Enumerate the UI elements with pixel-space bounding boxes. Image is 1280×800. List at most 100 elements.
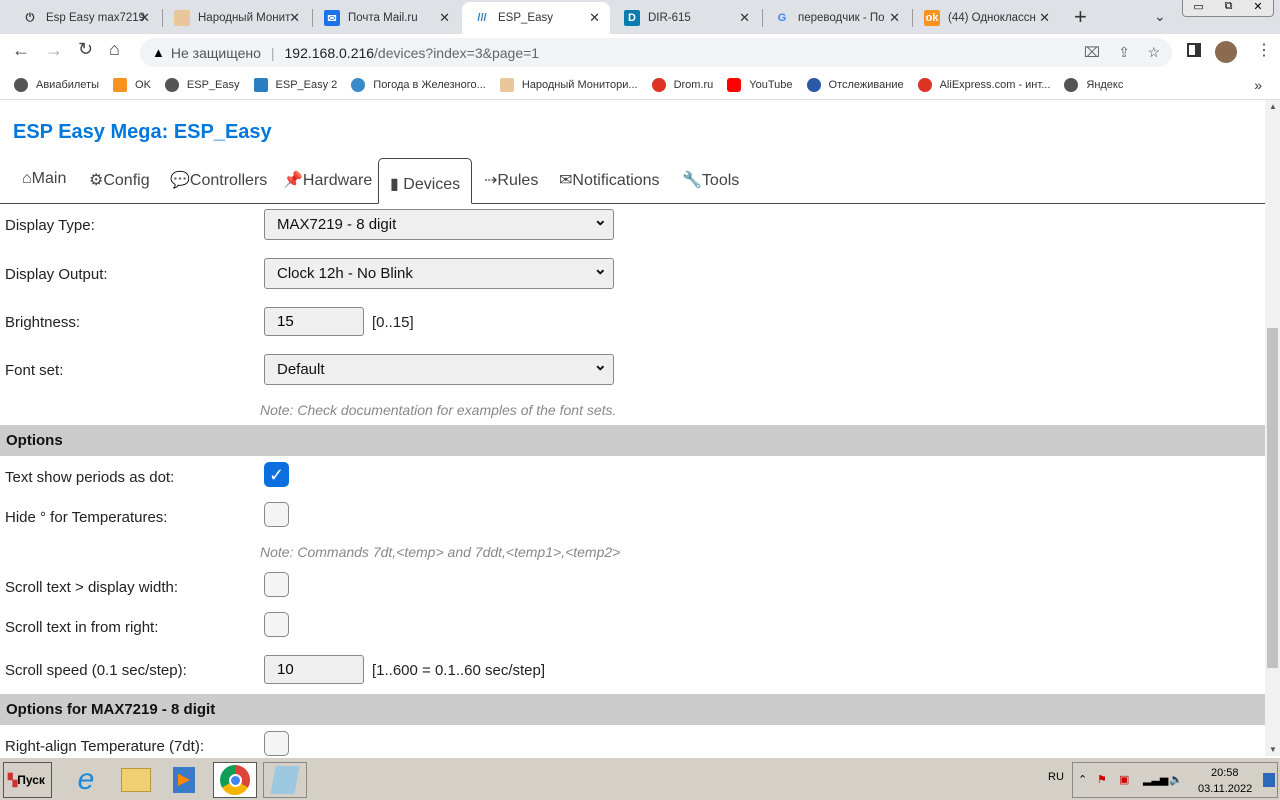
nav-config[interactable]: ⚙Config [89, 170, 150, 190]
clock-date[interactable]: 03.11.2022 [1198, 783, 1252, 795]
scroll-width-checkbox[interactable] [264, 572, 289, 597]
media-player-icon[interactable]: ▶ [162, 762, 206, 798]
page-scrollbar[interactable]: ▲ ▼ [1265, 100, 1280, 756]
bookmark-aviabilety[interactable]: Авиабилеты [14, 77, 99, 92]
close-tab-icon[interactable]: ✕ [739, 10, 750, 26]
bookmark-yandex[interactable]: Яндекс [1064, 77, 1123, 92]
bookmark-youtube[interactable]: YouTube [727, 77, 793, 92]
thermometer-icon [499, 77, 514, 92]
bookmark-esp-easy[interactable]: ESP_Easy [164, 77, 240, 92]
scroll-up-icon[interactable]: ▲ [1269, 102, 1277, 111]
volume-icon[interactable]: 🔈 [1169, 773, 1183, 786]
bookmark-tracking[interactable]: Отслеживание [806, 77, 904, 92]
font-set-note: Note: Check documentation for examples o… [260, 402, 617, 418]
nav-tools[interactable]: 🔧Tools [682, 170, 739, 190]
internet-explorer-icon[interactable]: e [64, 762, 108, 798]
espeasy-icon [253, 77, 268, 92]
nav-devices[interactable]: ▮ Devices [378, 158, 473, 204]
google-icon: G [777, 12, 787, 24]
hide-degree-label: Hide ° for Temperatures: [5, 509, 168, 526]
security-status[interactable]: Не защищено [171, 45, 261, 61]
nav-notifications[interactable]: ✉Notifications [559, 170, 660, 190]
start-button[interactable]: ▚Пуск [3, 762, 52, 798]
close-tab-icon[interactable]: ✕ [439, 10, 450, 26]
nav-main[interactable]: ⌂Main [22, 170, 66, 188]
show-desktop-icon[interactable] [1263, 773, 1275, 787]
new-tab-button[interactable]: + [1074, 4, 1087, 30]
bookmark-ok[interactable]: OK [113, 77, 151, 92]
scroll-right-checkbox[interactable] [264, 612, 289, 637]
browser-tab-strip: ⏻ Esp Easy max7219 ✕ Народный Монит ✕ ✉ Почт… [0, 0, 1280, 34]
signal-icon[interactable]: ▂▃▅ [1143, 773, 1168, 786]
security-alert-icon[interactable]: ⚑ [1097, 773, 1107, 786]
notepad-icon[interactable] [263, 762, 307, 798]
tab-odnoklassniki[interactable]: ok (44) Одноклассн ✕ [912, 2, 1060, 34]
more-bookmarks-button[interactable]: » [1254, 77, 1262, 93]
forward-icon[interactable]: → [45, 40, 63, 61]
bookmark-star-icon[interactable]: ☆ [1147, 44, 1160, 61]
address-bar[interactable]: ▲ Не защищено | 192.168.0.216/devices?in… [140, 38, 1172, 67]
tab-esp-easy[interactable]: ///ESP_Easy ✕ [462, 2, 610, 34]
scroll-width-label: Scroll text > display width: [5, 579, 178, 596]
translate-icon[interactable]: ⌧ [1084, 44, 1100, 61]
nav-controllers[interactable]: 💬Controllers [170, 170, 267, 190]
display-type-label: Display Type: [5, 217, 95, 234]
display-type-select[interactable]: MAX7219 - 8 digit [264, 209, 614, 240]
reload-icon[interactable]: ↻ [78, 39, 93, 60]
avatar[interactable] [1215, 41, 1237, 63]
dlink-icon: D [624, 10, 640, 26]
close-tab-icon[interactable]: ✕ [139, 10, 150, 26]
page-content: ESP Easy Mega: ESP_Easy ⌂Main ⚙Config 💬C… [0, 100, 1265, 756]
tab-search-chevron-icon[interactable]: ⌄ [1154, 8, 1166, 25]
plug-icon: ⏻ [25, 11, 35, 24]
share-icon[interactable]: ⇪ [1118, 44, 1130, 61]
bookmark-narodmon[interactable]: Народный Монитори... [499, 77, 638, 92]
bookmark-drom[interactable]: Drom.ru [651, 77, 713, 92]
scroll-down-icon[interactable]: ▼ [1269, 745, 1277, 754]
minimize-icon[interactable]: ▭ [1193, 0, 1203, 16]
close-tab-icon[interactable]: ✕ [289, 10, 300, 26]
back-icon[interactable]: ← [12, 40, 30, 61]
text-periods-checkbox[interactable]: ✓ [264, 462, 289, 487]
explorer-folder-icon[interactable] [114, 762, 158, 798]
tab-translator[interactable]: Gпереводчик - По ✕ [762, 2, 910, 34]
home-icon[interactable]: ⌂ [109, 39, 120, 60]
tab-mail[interactable]: ✉ Почта Mail.ru ✕ [312, 2, 460, 34]
plug-icon: ▮ [390, 176, 399, 193]
close-window-icon[interactable]: ✕ [1253, 0, 1262, 16]
network-alert-icon[interactable]: ▣ [1119, 773, 1129, 786]
display-output-label: Display Output: [5, 266, 108, 283]
nav-rules[interactable]: ⇢Rules [484, 170, 538, 190]
bookmark-aliexpress[interactable]: AliExpress.com - инт... [917, 77, 1050, 92]
brightness-input[interactable]: 15 [264, 307, 364, 336]
right-align-checkbox[interactable] [264, 731, 289, 756]
chrome-icon[interactable] [213, 762, 257, 798]
restore-icon[interactable]: ⧉ [1225, 0, 1233, 16]
tab-dir-615[interactable]: D DIR-615 ✕ [612, 2, 760, 34]
aliexpress-icon [917, 77, 932, 92]
drom-icon [651, 77, 666, 92]
nav-hardware[interactable]: 📌Hardware [283, 170, 372, 190]
tab-esp-easy-max7219[interactable]: ⏻ Esp Easy max7219 ✕ [10, 2, 160, 34]
clock-time[interactable]: 20:58 [1211, 767, 1239, 779]
display-output-select[interactable]: Clock 12h - No Blink [264, 258, 614, 289]
close-tab-icon[interactable]: ✕ [589, 10, 600, 26]
show-hidden-icons-icon[interactable]: ⌃ [1078, 773, 1087, 786]
scrollbar-thumb[interactable] [1267, 328, 1278, 668]
close-tab-icon[interactable]: ✕ [1039, 10, 1050, 26]
max7219-section-header: Options for MAX7219 - 8 digit [0, 694, 1265, 725]
brightness-label: Brightness: [5, 314, 81, 331]
close-tab-icon[interactable]: ✕ [889, 10, 900, 26]
hide-degree-checkbox[interactable] [264, 502, 289, 527]
tab-narodmon[interactable]: Народный Монит ✕ [162, 2, 310, 34]
bookmark-esp-easy-2[interactable]: ESP_Easy 2 [253, 77, 337, 92]
scroll-speed-range: [1..600 = 0.1..60 sec/step] [372, 662, 546, 679]
side-panel-icon[interactable] [1187, 43, 1201, 57]
scroll-speed-input[interactable]: 10 [264, 655, 364, 684]
language-indicator[interactable]: RU [1048, 771, 1064, 783]
espeasy-icon: /// [477, 12, 487, 24]
font-set-select[interactable]: Default [264, 354, 614, 385]
menu-icon[interactable]: ⋮ [1256, 40, 1272, 60]
scroll-right-label: Scroll text in from right: [5, 619, 159, 636]
bookmark-weather[interactable]: Погода в Железного... [351, 77, 486, 92]
